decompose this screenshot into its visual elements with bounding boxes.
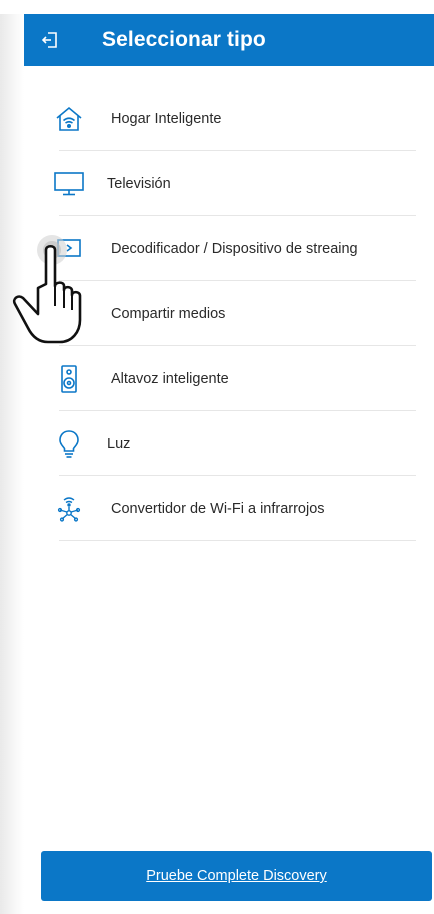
status-strip (0, 0, 434, 14)
list-item-hogar-inteligente[interactable]: Hogar Inteligente (24, 86, 434, 151)
exit-icon (41, 32, 57, 48)
list-item-luz[interactable]: Luz (24, 411, 434, 476)
list-item-label: Televisión (107, 175, 171, 192)
smart-home-icon (49, 99, 89, 139)
complete-discovery-button[interactable]: Pruebe Complete Discovery (41, 851, 432, 901)
set-top-box-icon (49, 229, 89, 269)
list-item-convertidor-wifi-ir[interactable]: Convertidor de Wi-Fi a infrarrojos (24, 476, 434, 541)
speaker-icon (49, 359, 89, 399)
list-item-label: Decodificador / Dispositivo de streaing (111, 240, 358, 257)
tv-icon (49, 164, 89, 204)
list-item-label: Convertidor de Wi-Fi a infrarrojos (111, 500, 325, 517)
back-button[interactable] (26, 14, 74, 66)
page-title: Seleccionar tipo (102, 28, 266, 51)
list-item-television[interactable]: Televisión (24, 151, 434, 216)
app-header: Seleccionar tipo (24, 14, 434, 66)
list-item-decodificador[interactable]: Decodificador / Dispositivo de streaing (24, 216, 434, 281)
bulb-icon (49, 424, 89, 464)
list-item-label: Hogar Inteligente (111, 110, 222, 127)
media-share-icon (49, 294, 89, 334)
list-item-label: Altavoz inteligente (111, 370, 229, 387)
list-item-compartir-medios[interactable]: Compartir medios (24, 281, 434, 346)
list-item-altavoz[interactable]: Altavoz inteligente (24, 346, 434, 411)
list-item-label: Compartir medios (111, 305, 226, 322)
list-item-label: Luz (107, 435, 131, 452)
left-edge-shadow (0, 0, 24, 914)
device-type-list: Hogar Inteligente Televisión Decodificad… (24, 86, 434, 541)
cta-label: Pruebe Complete Discovery (146, 868, 327, 884)
wifi-ir-icon (49, 489, 89, 529)
